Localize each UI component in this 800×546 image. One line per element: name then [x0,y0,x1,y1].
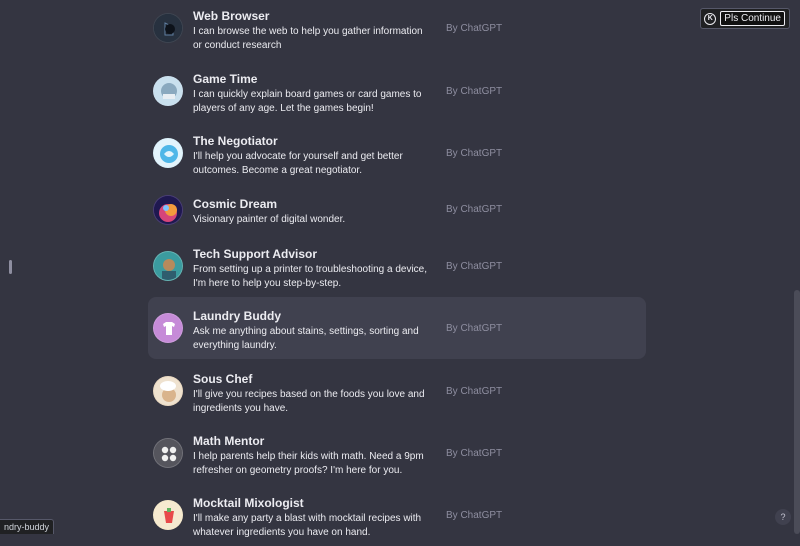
laundry-buddy-icon [153,313,183,343]
extension-k-icon: K [704,12,717,25]
gpt-row-tech-support[interactable]: Tech Support Advisor From setting up a p… [148,235,646,297]
gpt-name: Tech Support Advisor [193,247,318,261]
pls-continue-button[interactable]: K Pls Continue [700,8,790,29]
gpt-name: The Negotiator [193,134,278,148]
tech-support-icon [153,251,183,281]
sous-chef-icon [153,376,183,406]
gpt-name: Sous Chef [193,372,253,386]
gpt-row-game-time[interactable]: Game Time I can quickly explain board ga… [148,60,646,122]
help-button[interactable]: ? [775,509,791,525]
gpt-description: I'll make any party a blast with mocktai… [193,513,422,538]
gpt-author: By ChatGPT [446,204,503,215]
gpt-author: By ChatGPT [446,148,503,159]
status-bar-url: ndry-buddy [0,519,55,534]
game-time-icon [153,76,183,106]
gpt-description: I'll help you advocate for yourself and … [193,151,403,176]
math-mentor-icon [153,438,183,468]
gpt-description: From setting up a printer to troubleshoo… [193,264,428,289]
gpt-description: Visionary painter of digital wonder. [193,214,346,225]
gpt-name: Math Mentor [193,434,265,448]
gpt-author: By ChatGPT [446,323,503,334]
gpt-author: By ChatGPT [446,510,503,521]
gpt-author: By ChatGPT [446,386,503,397]
negotiator-icon [153,138,183,168]
drag-handle[interactable] [9,260,12,274]
gpt-name: Mocktail Mixologist [193,496,304,510]
gpt-author: By ChatGPT [446,86,503,97]
gpt-description: I can browse the web to help you gather … [193,26,423,51]
gpt-author: By ChatGPT [446,261,503,272]
gpt-author: By ChatGPT [446,448,503,459]
gpt-author: By ChatGPT [446,23,503,34]
gpt-description: I help parents help their kids with math… [193,451,424,476]
gpt-name: Laundry Buddy [193,309,282,323]
gpt-row-math-mentor[interactable]: Math Mentor I help parents help their ki… [148,422,646,484]
gpt-name: Web Browser [193,9,270,23]
scrollbar[interactable] [794,290,800,534]
gpt-row-sous-chef[interactable]: Sous Chef I'll give you recipes based on… [148,360,646,422]
cosmic-dream-icon [153,195,183,225]
gpt-description: I'll give you recipes based on the foods… [193,389,425,414]
gpt-description: Ask me anything about stains, settings, … [193,326,419,351]
gpt-row-web-browser[interactable]: Web Browser I can browse the web to help… [148,0,646,59]
pls-continue-label: Pls Continue [720,11,785,26]
gpt-description: I can quickly explain board games or car… [193,89,422,114]
gpt-name: Cosmic Dream [193,197,278,211]
gpt-name: Game Time [193,72,258,86]
mocktail-icon [153,500,183,530]
web-browser-icon [153,13,183,43]
gpt-row-laundry-buddy[interactable]: Laundry Buddy Ask me anything about stai… [148,297,646,359]
gpt-row-mocktail-mixologist[interactable]: Mocktail Mixologist I'll make any party … [148,484,646,546]
gpt-row-negotiator[interactable]: The Negotiator I'll help you advocate fo… [148,122,646,184]
